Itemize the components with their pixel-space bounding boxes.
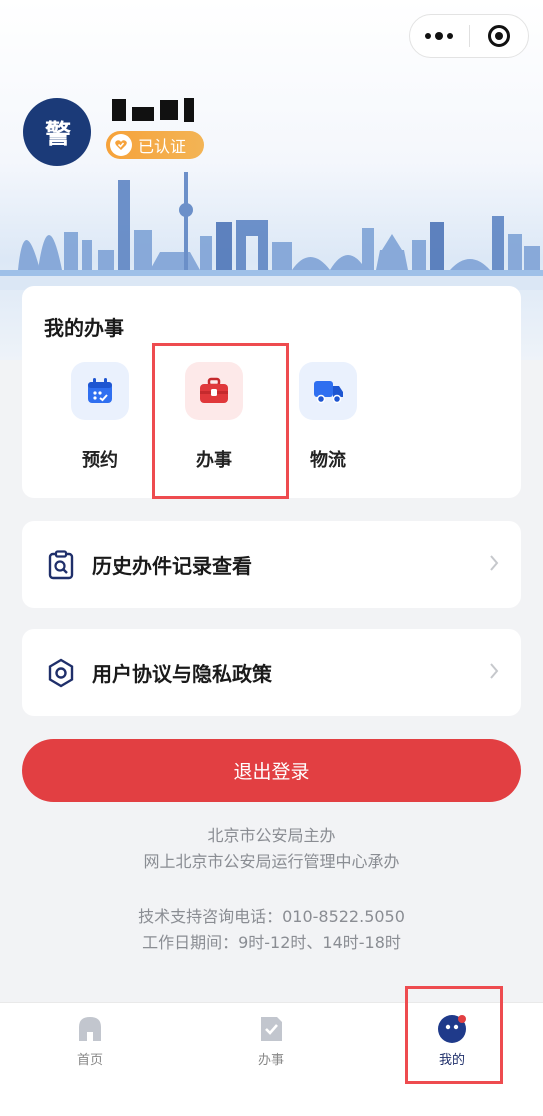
more-dots-icon: [425, 32, 454, 40]
heart-verified-icon: [110, 134, 132, 156]
services-title: 我的办事: [44, 316, 124, 340]
city-skyline-illustration: [0, 172, 543, 290]
more-menu-button[interactable]: [410, 15, 469, 57]
service-label: 物流: [310, 450, 346, 471]
truck-icon: [299, 362, 357, 420]
user-agreement-privacy-label: 用户协议与隐私政策: [92, 662, 272, 686]
chevron-right-icon: [489, 554, 499, 576]
avatar[interactable]: 警: [23, 98, 91, 166]
chevron-right-icon: [489, 662, 499, 684]
username-redacted: [112, 98, 194, 122]
annotation-highlight-box: [405, 986, 503, 1084]
footer-line: 北京市公安局主办: [207, 826, 336, 845]
task-check-icon: [255, 1013, 287, 1045]
tab-affairs[interactable]: 办事: [221, 1013, 321, 1068]
user-agreement-privacy-row[interactable]: 用户协议与隐私政策: [22, 629, 521, 716]
hexagon-shield-icon: [46, 657, 76, 689]
logout-label: 退出登录: [233, 761, 310, 783]
target-close-icon: [487, 25, 510, 47]
tab-label: 首页: [76, 1053, 103, 1068]
footer-line: 工作日期间：9时-12时、14时-18时: [142, 933, 401, 952]
tab-home[interactable]: 首页: [40, 1013, 140, 1068]
service-label: 预约: [82, 450, 118, 471]
footer-organizer: 北京市公安局主办 网上北京市公安局运行管理中心承办: [0, 823, 543, 875]
verified-badge: 已认证: [106, 131, 205, 159]
history-records-label: 历史办件记录查看: [92, 554, 252, 578]
verified-label: 已认证: [138, 137, 187, 156]
close-miniprogram-button[interactable]: [470, 15, 529, 57]
history-records-row[interactable]: 历史办件记录查看: [22, 521, 521, 608]
annotation-highlight-box: [152, 343, 289, 499]
avatar-logo-text: 警: [44, 119, 71, 150]
service-logistics[interactable]: 物流: [278, 362, 378, 472]
service-appointment[interactable]: 预约: [50, 362, 150, 472]
footer-line: 网上北京市公安局运行管理中心承办: [143, 852, 400, 871]
calendar-icon: [71, 362, 129, 420]
miniprogram-capsule: [409, 14, 529, 58]
logout-button[interactable]: 退出登录: [22, 739, 521, 802]
home-icon: [74, 1013, 106, 1045]
footer-line: 技术支持咨询电话：010-8522.5050: [138, 907, 405, 926]
tab-label: 办事: [257, 1053, 284, 1068]
footer-support: 技术支持咨询电话：010-8522.5050 工作日期间：9时-12时、14时-…: [0, 904, 543, 956]
clipboard-search-icon: [46, 549, 76, 581]
